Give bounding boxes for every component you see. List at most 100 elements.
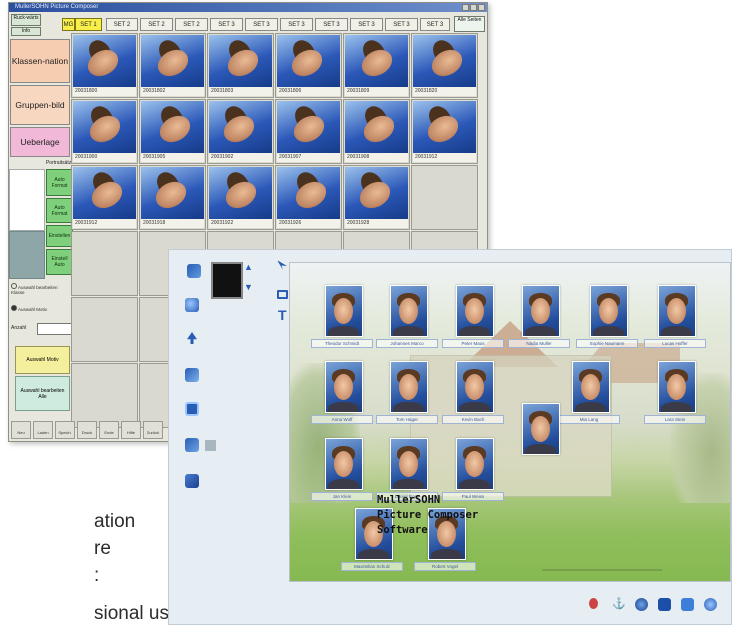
- photo-cell[interactable]: 20031820: [411, 33, 478, 98]
- pointer-icon[interactable]: [277, 260, 287, 270]
- tab-set[interactable]: SET 3: [210, 18, 243, 31]
- tab-set[interactable]: SET 2: [106, 18, 138, 31]
- close-icon[interactable]: [478, 4, 485, 11]
- photo-cell[interactable]: 20031806: [275, 33, 342, 98]
- back-button[interactable]: Ruck-wärts: [11, 14, 41, 26]
- student-portrait[interactable]: [456, 285, 494, 337]
- color-preview[interactable]: [211, 262, 243, 299]
- student-portrait[interactable]: [658, 361, 696, 413]
- load-button[interactable]: Laden: [33, 421, 53, 439]
- student-portrait[interactable]: [390, 361, 428, 413]
- student-portrait[interactable]: [658, 285, 696, 337]
- student-name-label[interactable]: Lucas Hoffer: [644, 339, 706, 348]
- student-portrait[interactable]: [456, 438, 494, 490]
- photo-cell[interactable]: 20031902: [207, 99, 274, 164]
- student-portrait[interactable]: [522, 403, 560, 455]
- up-arrow-icon[interactable]: ▲: [244, 262, 253, 272]
- student-name-label[interactable]: Peter Maus: [442, 339, 504, 348]
- tab-set[interactable]: SET 3: [245, 18, 278, 31]
- photo-cell[interactable]: 20031907: [275, 99, 342, 164]
- composition-canvas[interactable]: Theodor Schmidt Johannes Marco Peter Maus N…: [289, 262, 731, 582]
- empty-photo-cell[interactable]: [71, 231, 138, 296]
- group-icon[interactable]: [185, 298, 199, 312]
- student-portrait[interactable]: [456, 361, 494, 413]
- radio-motif[interactable]: Auswahl Motiv: [11, 305, 71, 317]
- paint-icon[interactable]: [589, 598, 598, 609]
- tab-set[interactable]: SET 3: [385, 18, 418, 31]
- photo-cell[interactable]: 20031922: [207, 165, 274, 230]
- info-button[interactable]: Info: [11, 27, 41, 36]
- empty-photo-cell[interactable]: [71, 297, 138, 362]
- save-button[interactable]: Speich.: [55, 421, 75, 439]
- tab-set[interactable]: SET 3: [420, 18, 450, 31]
- student-name-label[interactable]: Nadia Muller: [508, 339, 570, 348]
- color-swatch[interactable]: [9, 231, 45, 279]
- auto-format-button-2[interactable]: Auto Format: [46, 198, 73, 223]
- student-name-label[interactable]: Theodor Schmidt: [311, 339, 373, 348]
- photo-cell[interactable]: 20031908: [343, 99, 410, 164]
- photos-icon[interactable]: [185, 438, 199, 452]
- tab-mg[interactable]: MG: [62, 18, 75, 31]
- tab-set[interactable]: SET 2: [175, 18, 208, 31]
- print-button[interactable]: Druck: [77, 421, 97, 439]
- globe-icon[interactable]: [635, 598, 648, 611]
- empty-photo-cell[interactable]: [411, 165, 478, 230]
- tab-set-1[interactable]: SET 1: [75, 18, 102, 31]
- settings-button[interactable]: Einstellen: [46, 225, 73, 247]
- tab-set[interactable]: SET 2: [140, 18, 173, 31]
- group-photo-button[interactable]: Gruppen-bild: [10, 85, 70, 125]
- text-tool-icon[interactable]: T: [278, 307, 287, 323]
- student-name-label[interactable]: Johannes Marco: [376, 339, 438, 348]
- student-name-label[interactable]: Robert Vogel: [414, 562, 476, 571]
- student-name-label[interactable]: Anna Wolf: [311, 415, 373, 424]
- print-icon[interactable]: [681, 598, 694, 611]
- help-icon[interactable]: [704, 598, 717, 611]
- student-name-label[interactable]: Kevin Bach: [442, 415, 504, 424]
- radio-class[interactable]: Auswahl bearbeiten Klasse: [11, 283, 71, 297]
- student-name-label[interactable]: Maximilian Schulz: [341, 562, 403, 571]
- maximize-icon[interactable]: [470, 4, 477, 11]
- overlay-button[interactable]: Ueberlage: [10, 127, 70, 157]
- count-input[interactable]: [37, 323, 72, 335]
- student-portrait[interactable]: [325, 361, 363, 413]
- down-arrow-icon[interactable]: ▼: [244, 282, 253, 292]
- student-portrait[interactable]: [522, 285, 560, 337]
- edit-image-icon[interactable]: [185, 368, 199, 382]
- frame-icon[interactable]: [277, 290, 288, 299]
- frame-image-icon[interactable]: [185, 402, 199, 416]
- student-portrait[interactable]: [325, 285, 363, 337]
- photo-cell[interactable]: 20031912: [411, 99, 478, 164]
- photo-cell[interactable]: 20031912: [71, 165, 138, 230]
- select-motif-button[interactable]: Auswahl Motiv: [15, 346, 70, 374]
- photo-cell[interactable]: 20031905: [139, 99, 206, 164]
- photo-cell[interactable]: 20031809: [343, 33, 410, 98]
- class-button[interactable]: Klassen-nation: [10, 39, 70, 83]
- student-portrait[interactable]: [325, 438, 363, 490]
- student-name-label[interactable]: Sophie Naumann: [576, 339, 638, 348]
- tab-set[interactable]: SET 3: [350, 18, 383, 31]
- back-nav-button[interactable]: Zurück: [143, 421, 163, 439]
- student-portrait[interactable]: [590, 285, 628, 337]
- tab-set[interactable]: SET 3: [280, 18, 313, 31]
- student-portrait[interactable]: [390, 285, 428, 337]
- student-portrait[interactable]: [572, 361, 610, 413]
- photo-cell[interactable]: 20031918: [139, 165, 206, 230]
- student-name-label[interactable]: Mia Lang: [558, 415, 620, 424]
- student-name-label[interactable]: Tom Hager: [376, 415, 438, 424]
- image-tool-icon[interactable]: [187, 264, 201, 278]
- student-portrait[interactable]: [390, 438, 428, 490]
- photo-cell[interactable]: 20031803: [207, 33, 274, 98]
- exit-button[interactable]: Ende: [99, 421, 119, 439]
- all-pages-button[interactable]: Alle Seiten: [454, 16, 485, 32]
- photo-cell[interactable]: 20031800: [71, 33, 138, 98]
- export-icon[interactable]: [185, 474, 199, 488]
- minimize-icon[interactable]: [462, 4, 469, 11]
- photo-cell[interactable]: 20031926: [275, 165, 342, 230]
- auto-format-button[interactable]: Auto Format: [46, 169, 73, 196]
- save-disk-icon[interactable]: [658, 598, 671, 611]
- back-window-titlebar[interactable]: MullerSOHN Picture Composer: [9, 3, 487, 12]
- photo-cell[interactable]: 20031900: [71, 99, 138, 164]
- student-name-label[interactable]: Lara Stein: [644, 415, 706, 424]
- tab-set[interactable]: SET 3: [315, 18, 348, 31]
- new-button[interactable]: Neu: [11, 421, 31, 439]
